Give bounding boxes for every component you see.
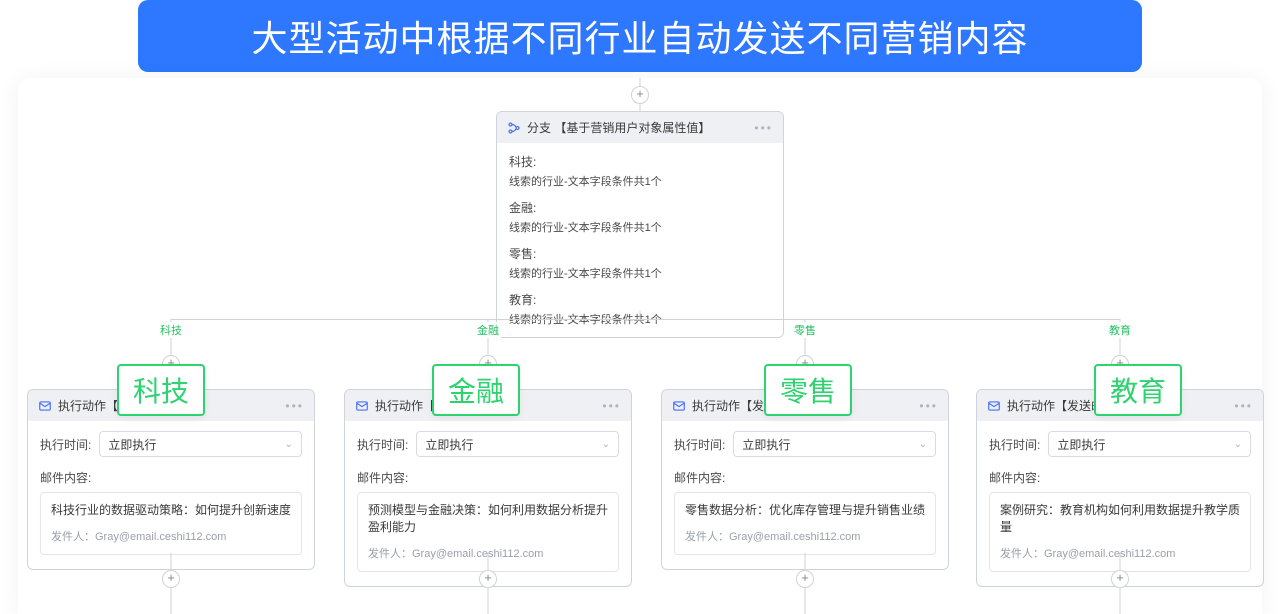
mail-icon xyxy=(38,399,52,413)
mail-subject: 案例研究：教育机构如何利用数据提升教学质量 xyxy=(1000,501,1240,535)
branch-icon xyxy=(507,121,521,135)
branch-more-button[interactable]: ••• xyxy=(754,121,773,135)
branch-condition: 零售: 线索的行业-文本字段条件共1个 xyxy=(509,245,771,281)
action-card[interactable]: 执行动作【发送 ••• 执行时间: 立即执行 ⌄ 邮件内容: 零售数据分析：优化… xyxy=(661,389,949,570)
mail-icon xyxy=(987,399,1001,413)
exec-time-value: 立即执行 xyxy=(108,436,156,453)
exec-time-select[interactable]: 立即执行 ⌄ xyxy=(733,431,936,457)
branch-header: 分支 【基于营销用户对象属性值】 ••• xyxy=(497,112,783,143)
action-more-button[interactable]: ••• xyxy=(285,399,304,413)
exec-time-value: 立即执行 xyxy=(425,436,473,453)
chevron-down-icon: ⌄ xyxy=(602,439,610,450)
add-node-button[interactable] xyxy=(162,570,180,588)
condition-label: 金融: xyxy=(509,199,771,216)
branch-condition: 教育: 线索的行业-文本字段条件共1个 xyxy=(509,291,771,327)
exec-time-select[interactable]: 立即执行 ⌄ xyxy=(416,431,619,457)
page-title-banner: 大型活动中根据不同行业自动发送不同营销内容 xyxy=(138,0,1142,72)
exec-time-label: 执行时间: xyxy=(674,436,725,453)
content-label: 邮件内容: xyxy=(40,469,302,486)
branch-badge: 教育 xyxy=(1094,364,1182,416)
branch-edge-label: 金融 xyxy=(475,322,501,338)
condition-label: 科技: xyxy=(509,153,771,170)
content-label: 邮件内容: xyxy=(989,469,1251,486)
branch-edge-label: 零售 xyxy=(792,322,818,338)
mail-subject: 零售数据分析：优化库存管理与提升销售业绩 xyxy=(685,501,925,518)
content-label: 邮件内容: xyxy=(357,469,619,486)
page-title: 大型活动中根据不同行业自动发送不同营销内容 xyxy=(251,10,1028,62)
exec-time-value: 立即执行 xyxy=(742,436,790,453)
branch-node[interactable]: 分支 【基于营销用户对象属性值】 ••• 科技: 线索的行业-文本字段条件共1个… xyxy=(496,111,784,338)
mail-icon xyxy=(672,399,686,413)
branch-condition: 科技: 线索的行业-文本字段条件共1个 xyxy=(509,153,771,189)
branch-body: 科技: 线索的行业-文本字段条件共1个 金融: 线索的行业-文本字段条件共1个 … xyxy=(497,143,783,337)
mail-content-box: 零售数据分析：优化库存管理与提升销售业绩 发件人：Gray@email.cesh… xyxy=(674,492,936,555)
branch-edge-label: 教育 xyxy=(1107,322,1133,338)
action-more-button[interactable]: ••• xyxy=(919,399,938,413)
branch-badge: 金融 xyxy=(432,364,520,416)
exec-time-label: 执行时间: xyxy=(40,436,91,453)
action-more-button[interactable]: ••• xyxy=(1234,399,1253,413)
exec-time-select[interactable]: 立即执行 ⌄ xyxy=(99,431,302,457)
connector xyxy=(171,319,1120,320)
mail-subject: 预测模型与金融决策：如何利用数据分析提升盈利能力 xyxy=(368,501,608,535)
chevron-down-icon: ⌄ xyxy=(1234,439,1242,450)
branch-condition: 金融: 线索的行业-文本字段条件共1个 xyxy=(509,199,771,235)
branch-title: 分支 【基于营销用户对象属性值】 xyxy=(527,119,710,136)
branch-badge: 零售 xyxy=(764,364,852,416)
chevron-down-icon: ⌄ xyxy=(919,439,927,450)
add-node-button[interactable] xyxy=(1111,570,1129,588)
condition-desc: 线索的行业-文本字段条件共1个 xyxy=(509,219,771,235)
action-card[interactable]: 执行动作【发 ••• 执行时间: 立即执行 ⌄ 邮件内容: 科技行业的数据驱动策… xyxy=(27,389,315,570)
action-more-button[interactable]: ••• xyxy=(602,399,621,413)
condition-desc: 线索的行业-文本字段条件共1个 xyxy=(509,265,771,281)
branch-badge: 科技 xyxy=(117,364,205,416)
connector xyxy=(640,104,641,111)
mail-subject: 科技行业的数据驱动策略：如何提升创新速度 xyxy=(51,501,291,518)
content-label: 邮件内容: xyxy=(674,469,936,486)
add-node-button[interactable] xyxy=(796,570,814,588)
mail-icon xyxy=(355,399,369,413)
mail-content-box: 科技行业的数据驱动策略：如何提升创新速度 发件人：Gray@email.cesh… xyxy=(40,492,302,555)
chevron-down-icon: ⌄ xyxy=(285,439,293,450)
branch-edge-label: 科技 xyxy=(158,322,184,338)
mail-sender: 发件人：Gray@email.ceshi112.com xyxy=(51,528,291,544)
mail-sender: 发件人：Gray@email.ceshi112.com xyxy=(685,528,925,544)
condition-desc: 线索的行业-文本字段条件共1个 xyxy=(509,173,771,189)
add-node-button[interactable] xyxy=(479,570,497,588)
exec-time-label: 执行时间: xyxy=(989,436,1040,453)
add-node-button[interactable] xyxy=(631,86,649,104)
condition-label: 教育: xyxy=(509,291,771,308)
condition-label: 零售: xyxy=(509,245,771,262)
connector xyxy=(640,311,641,319)
exec-time-value: 立即执行 xyxy=(1057,436,1105,453)
exec-time-select[interactable]: 立即执行 ⌄ xyxy=(1048,431,1251,457)
exec-time-label: 执行时间: xyxy=(357,436,408,453)
